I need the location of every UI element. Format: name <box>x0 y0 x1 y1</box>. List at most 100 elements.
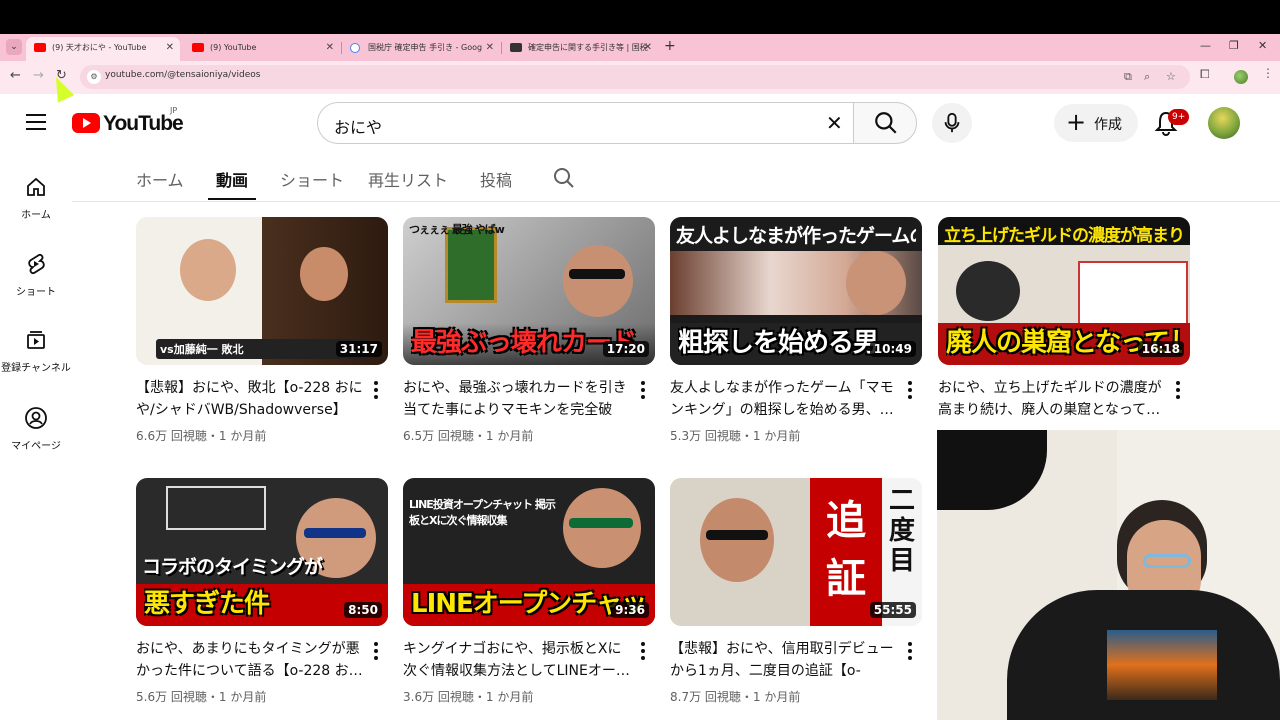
tab-posts[interactable]: 投稿 <box>480 167 512 191</box>
video-title[interactable]: おにや、あまりにもタイミングが悪かった件について語る【o-228 お… <box>136 638 366 682</box>
more-actions-icon[interactable] <box>641 642 645 660</box>
video-card[interactable]: コラボのタイミングが 悪すぎた件 8:50 おにや、あまりにもタイミングが悪かっ… <box>136 478 388 704</box>
video-metadata: 5.3万 回視聴・1 か月前 <box>670 429 801 443</box>
video-title[interactable]: おにや、最強ぶっ壊れカードを引き当てた事によりマモキンを完全破壊… <box>403 377 633 421</box>
video-card[interactable]: 追証 二度目 55:55 【悲報】おにや、信用取引デビューから1ヵ月、二度目の追… <box>670 478 922 704</box>
browser-tab-4[interactable]: 確定申告に関する手引き等 | 国税 ✕ <box>502 37 658 61</box>
browser-tab-2[interactable]: (9) YouTube ✕ <box>184 37 340 61</box>
video-card[interactable]: LINE投資オープンチャット 掲示板とXに次ぐ情報収集 LINEオープンチャット… <box>403 478 655 704</box>
sidebar-item-home[interactable]: ホーム <box>0 175 72 221</box>
video-thumbnail[interactable]: コラボのタイミングが 悪すぎた件 8:50 <box>136 478 388 626</box>
thumbnail-person <box>700 498 774 582</box>
browser-menu-icon[interactable]: ⋮ <box>1262 66 1274 80</box>
webcam-shirt-print <box>1107 630 1217 700</box>
video-metadata: 8.7万 回視聴・1 か月前 <box>670 690 801 704</box>
video-title[interactable]: 【悲報】おにや、敗北【o-228 おにや/シャドバWB/Shadowverse】 <box>136 377 366 421</box>
browser-tab-strip: ⌄ (9) 天才おにや - YouTube ✕ (9) YouTube ✕ 国税… <box>0 34 1280 61</box>
close-tab-icon[interactable]: ✕ <box>166 37 174 59</box>
address-bar[interactable]: ⚙ youtube.com/@tensaioniya/videos ⧉ ⌕ ☆ <box>80 65 1190 89</box>
minimize-icon[interactable]: — <box>1200 39 1211 52</box>
microphone-icon <box>944 112 960 133</box>
install-app-icon[interactable]: ⧉ <box>1124 70 1132 84</box>
webcam-person-glasses <box>1143 554 1191 568</box>
video-thumbnail[interactable]: vs加藤純一 敗北 31:17 <box>136 217 388 365</box>
new-tab-button[interactable]: + <box>664 38 676 54</box>
tab-playlists[interactable]: 再生リスト <box>368 167 448 191</box>
sidebar-item-shorts[interactable]: ショート <box>0 252 72 298</box>
notification-count-badge: 9+ <box>1168 109 1190 125</box>
thumbnail-person <box>180 239 236 301</box>
thumbnail-top-text: 立ち上げたギルドの濃度が高まり <box>944 226 1184 246</box>
tab-shorts[interactable]: ショート <box>280 167 344 191</box>
tab-home[interactable]: ホーム <box>136 167 184 191</box>
bookmark-star-icon[interactable]: ☆ <box>1166 70 1176 83</box>
subscriptions-icon <box>27 331 45 349</box>
video-title[interactable]: 友人よしなまが作ったゲーム「マモンキング」の粗探しを始める男、… <box>670 377 900 421</box>
browser-tab-3[interactable]: 国税庁 確定申告 手引き - Goog ✕ <box>342 37 500 61</box>
screen-top-bar <box>0 0 1280 34</box>
more-actions-icon[interactable] <box>908 642 912 660</box>
clear-search-icon[interactable]: ✕ <box>826 111 843 135</box>
url-text: youtube.com/@tensaioniya/videos <box>105 70 261 80</box>
youtube-favicon-icon <box>34 43 46 52</box>
video-card[interactable]: vs加藤純一 敗北 31:17 【悲報】おにや、敗北【o-228 おにや/シャド… <box>136 217 388 443</box>
voice-search-button[interactable] <box>932 103 972 143</box>
video-metadata: 3.6万 回視聴・1 か月前 <box>403 690 534 704</box>
create-label: 作成 <box>1094 117 1122 133</box>
video-thumbnail[interactable]: 立ち上げたギルドの濃度が高まり 廃人の巣窟となってしまう 16:18 <box>938 217 1190 365</box>
video-title[interactable]: 【悲報】おにや、信用取引デビューから1ヵ月、二度目の追証【o-228… <box>670 638 900 682</box>
video-duration: 10:49 <box>869 341 916 357</box>
video-thumbnail[interactable]: 友人よしなまが作ったゲームの 粗探しを始める男 10:49 <box>670 217 922 365</box>
selected-tab-indicator <box>208 198 256 200</box>
plus-icon: + <box>1066 108 1087 136</box>
account-avatar[interactable] <box>1208 107 1240 139</box>
more-actions-icon[interactable] <box>1176 381 1180 399</box>
thumbnail-person <box>846 251 906 315</box>
sidebar-item-you[interactable]: マイページ <box>0 406 72 452</box>
site-info-icon[interactable]: ⚙ <box>87 70 101 84</box>
youtube-play-icon <box>72 113 100 133</box>
shorts-icon <box>28 253 45 275</box>
back-arrow-icon[interactable]: ← <box>10 68 21 83</box>
zoom-icon[interactable]: ⌕ <box>1144 70 1150 84</box>
more-actions-icon[interactable] <box>374 642 378 660</box>
more-actions-icon[interactable] <box>374 381 378 399</box>
sidebar-item-label: マイページ <box>11 441 61 452</box>
create-button[interactable]: + 作成 <box>1054 104 1138 142</box>
close-tab-icon[interactable]: ✕ <box>486 37 494 59</box>
video-title[interactable]: キングイナゴおにや、掲示板とXに次ぐ情報収集方法としてLINEオー… <box>403 638 633 682</box>
video-card[interactable]: つぇぇぇ 最強 やばw 最強ぶっ壊れカード 17:20 おにや、最強ぶっ壊れカー… <box>403 217 655 443</box>
you-icon <box>25 407 47 429</box>
search-query: おにや <box>334 118 383 137</box>
more-actions-icon[interactable] <box>908 381 912 399</box>
video-duration: 16:18 <box>1137 341 1184 357</box>
close-tab-icon[interactable]: ✕ <box>326 37 334 59</box>
video-card[interactable]: 友人よしなまが作ったゲームの 粗探しを始める男 10:49 友人よしなまが作った… <box>670 217 922 443</box>
logo-text: YouTube <box>103 112 184 135</box>
channel-search-icon[interactable] <box>552 166 576 190</box>
tab-search-button[interactable]: ⌄ <box>6 39 22 55</box>
search-input[interactable]: おにや ✕ <box>317 102 854 144</box>
tab-label: (9) YouTube <box>210 43 257 52</box>
thumbnail-top-text: 友人よしなまが作ったゲームの <box>676 225 916 247</box>
restore-icon[interactable]: ❐ <box>1229 39 1239 52</box>
video-thumbnail[interactable]: つぇぇぇ 最強 やばw 最強ぶっ壊れカード 17:20 <box>403 217 655 365</box>
close-tab-icon[interactable]: ✕ <box>644 37 652 59</box>
thumbnail-glasses <box>304 528 366 538</box>
video-thumbnail[interactable]: 追証 二度目 55:55 <box>670 478 922 626</box>
extensions-icon[interactable]: ⧠ <box>1200 67 1210 82</box>
forward-arrow-icon[interactable]: → <box>33 68 44 83</box>
thumbnail-top-text: LINE投資オープンチャット 掲示板とXに次ぐ情報収集 <box>409 498 556 527</box>
thumbnail-glasses <box>569 518 633 528</box>
guide-menu-icon[interactable] <box>26 114 46 130</box>
search-button[interactable] <box>853 102 917 144</box>
video-card[interactable]: 立ち上げたギルドの濃度が高まり 廃人の巣窟となってしまう 16:18 おにや、立… <box>938 217 1190 418</box>
more-actions-icon[interactable] <box>641 381 645 399</box>
close-window-icon[interactable]: ✕ <box>1258 39 1267 52</box>
tab-videos[interactable]: 動画 <box>216 167 248 191</box>
video-thumbnail[interactable]: LINE投資オープンチャット 掲示板とXに次ぐ情報収集 LINEオープンチャット… <box>403 478 655 626</box>
video-title[interactable]: おにや、立ち上げたギルドの濃度が高まり続け、廃人の巣窟となって… <box>938 377 1168 421</box>
browser-profile-avatar[interactable] <box>1234 70 1248 84</box>
sidebar-item-subscriptions[interactable]: 登録チャンネル <box>0 328 72 374</box>
browser-tab-1[interactable]: (9) 天才おにや - YouTube ✕ <box>26 37 180 61</box>
